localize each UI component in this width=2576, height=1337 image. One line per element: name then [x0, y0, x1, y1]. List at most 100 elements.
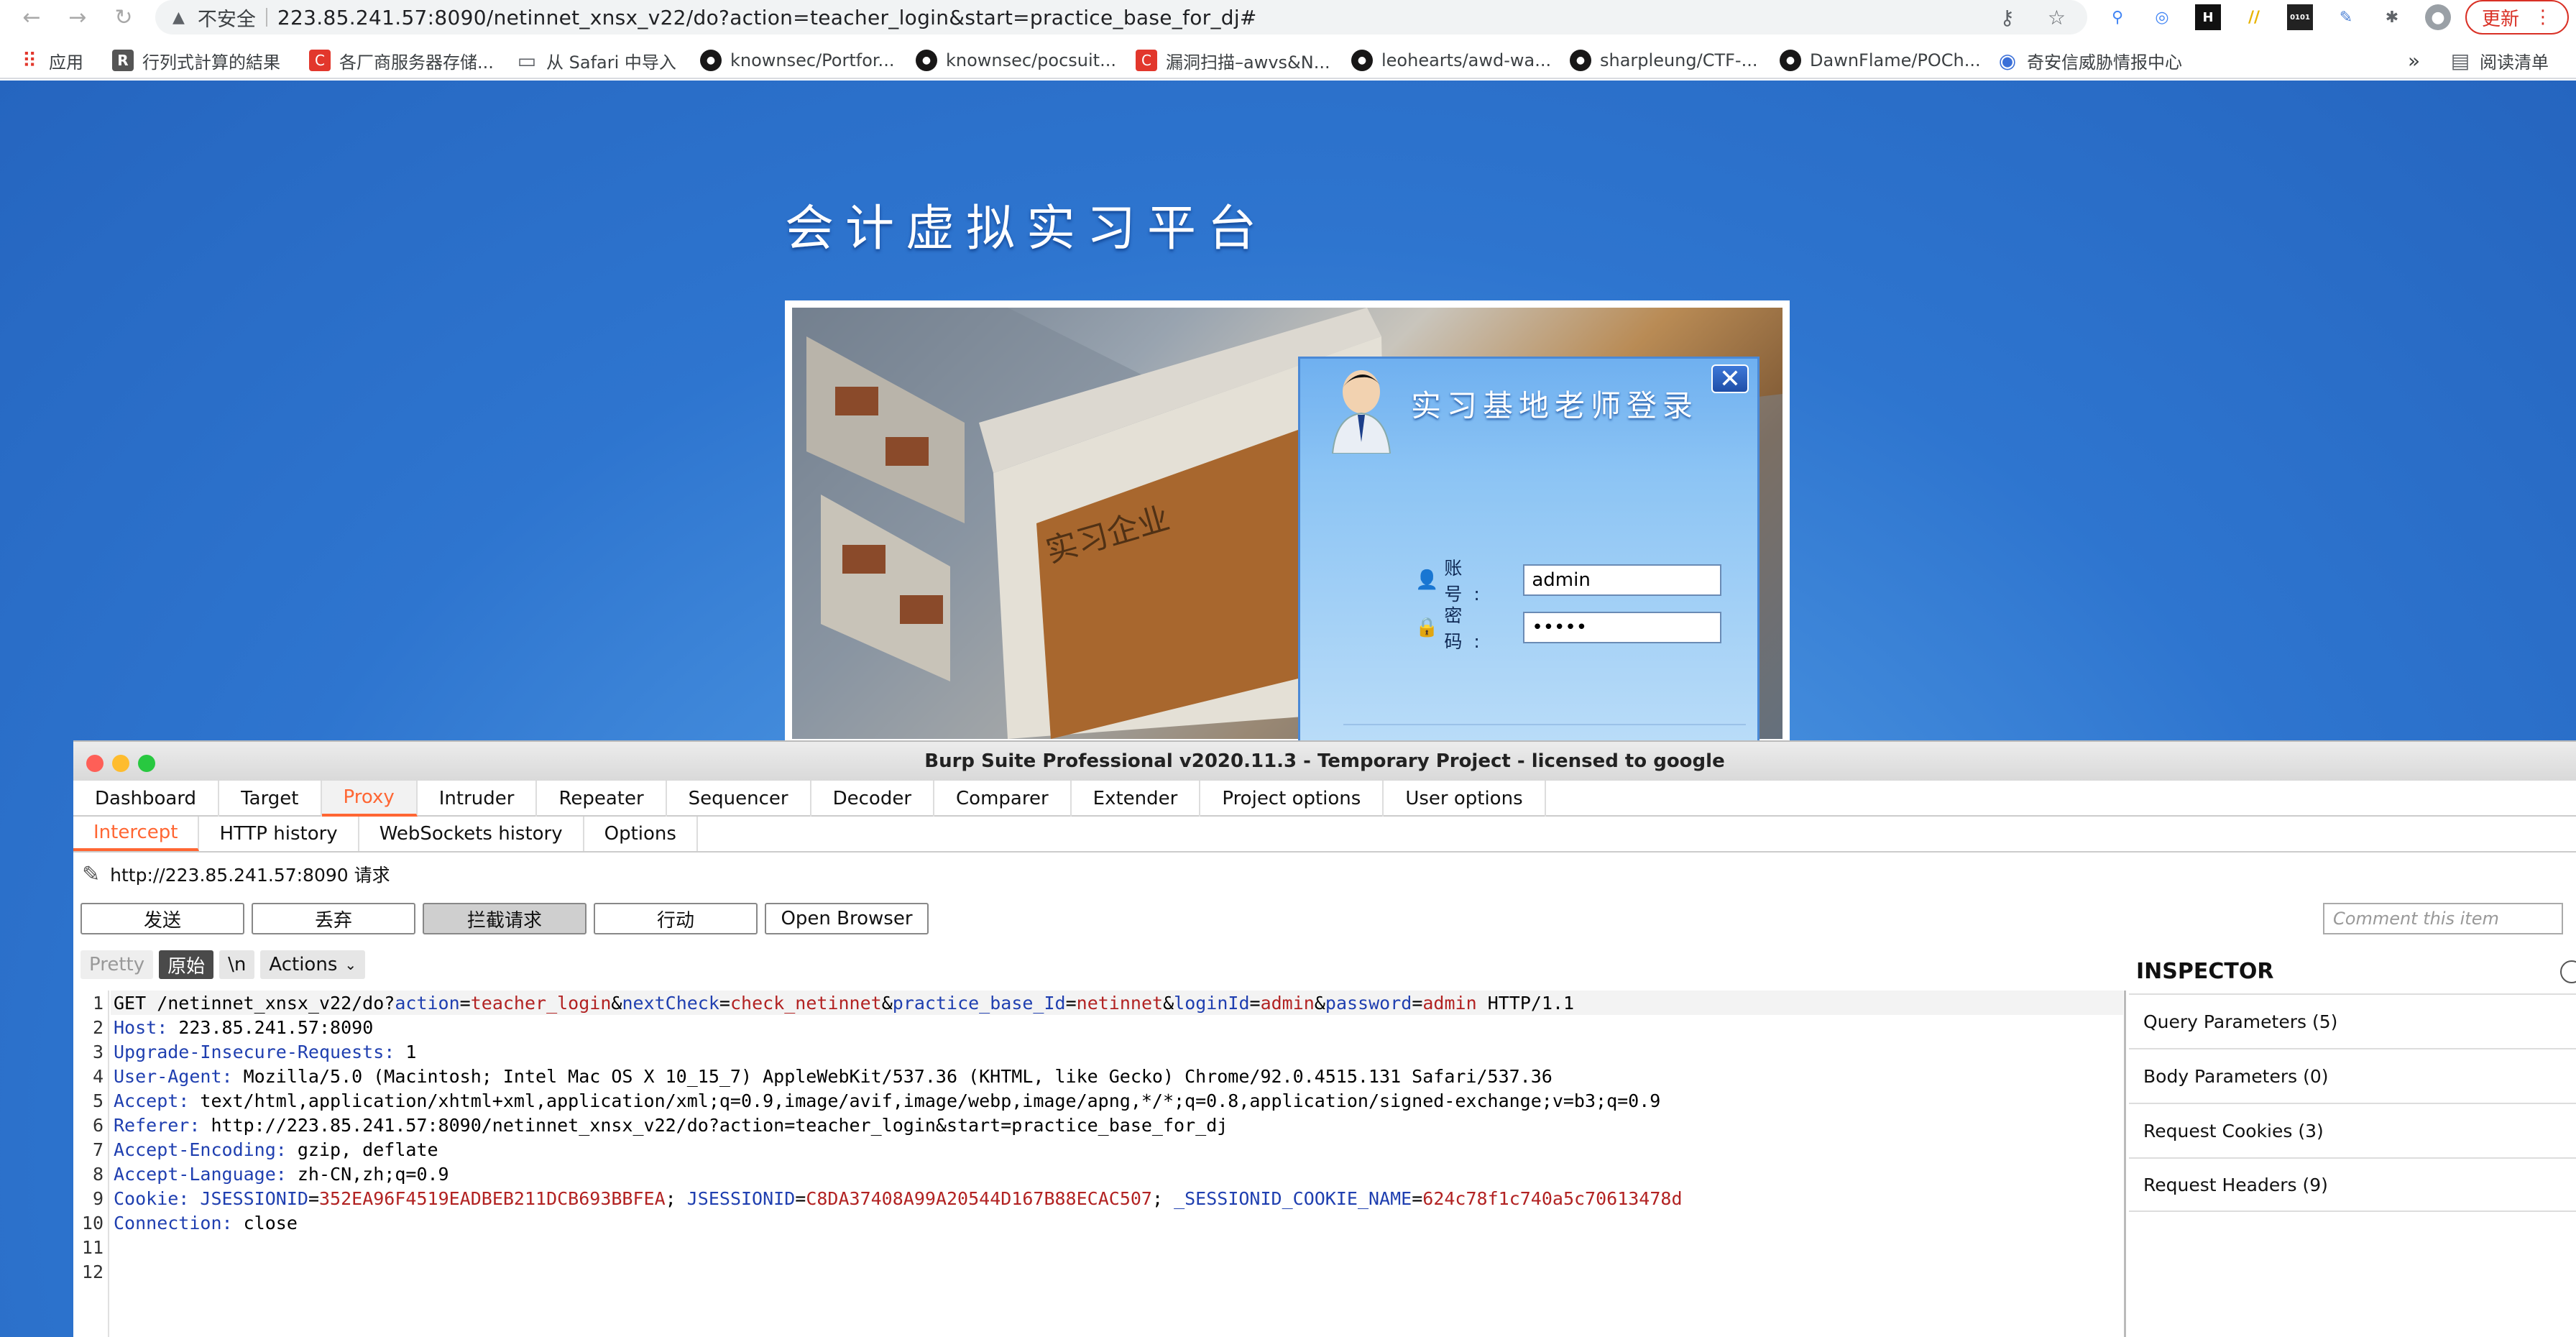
open-browser-button[interactable]: Open Browser — [765, 903, 929, 934]
subtab-intercept[interactable]: Intercept — [73, 817, 200, 851]
line-number: 1 — [92, 992, 104, 1014]
bookmark-item[interactable]: ● leohearts/awd-wa... — [1351, 47, 1551, 73]
tab-extender[interactable]: Extender — [1072, 781, 1201, 817]
request-editor[interactable]: 1 GET /netinnet_xnsx_v22/do?action=teache… — [73, 991, 2126, 1337]
tab-project-options[interactable]: Project options — [1200, 781, 1384, 817]
drop-button[interactable]: 丢弃 — [252, 903, 415, 934]
tab-user-options[interactable]: User options — [1384, 781, 1546, 817]
tab-comparer[interactable]: Comparer — [934, 781, 1072, 817]
reload-icon[interactable]: ↻ — [108, 1, 139, 33]
tab-dashboard[interactable]: Dashboard — [73, 781, 220, 817]
line-code: Upgrade-Insecure-Requests: 1 — [114, 1041, 417, 1062]
lock-icon: 🔒 — [1415, 617, 1439, 638]
extension-h-icon[interactable]: H — [2195, 4, 2221, 30]
bookmark-item[interactable]: C 各厂商服务器存储... — [309, 47, 494, 73]
extension-binary-icon[interactable]: 0101 — [2287, 4, 2313, 30]
warning-icon: ▲ — [172, 8, 185, 27]
pencil-icon[interactable]: ✎ — [82, 862, 100, 887]
close-icon[interactable]: ✕ — [1711, 364, 1749, 394]
subtab-http-history[interactable]: HTTP history — [199, 817, 359, 851]
burp-title: Burp Suite Professional v2020.11.3 - Tem… — [924, 750, 1725, 772]
inspector-request-headers[interactable]: Request Headers (9) — [2129, 1157, 2576, 1212]
request-line: 1 GET /netinnet_xnsx_v22/do?action=teache… — [73, 991, 1574, 1015]
extensions-puzzle-icon[interactable]: ✱ — [2379, 4, 2405, 30]
c-icon: C — [1136, 50, 1157, 71]
minimize-window-icon[interactable] — [112, 755, 129, 772]
editor-toolbar: Pretty 原始 \n Actions ⌄ — [80, 950, 366, 979]
bookmark-item[interactable]: ⠿ 应用 — [19, 47, 83, 73]
inspector-query-parameters[interactable]: Query Parameters (5) — [2129, 993, 2576, 1048]
bookmark-item[interactable]: ● knownsec/pocsuit... — [916, 47, 1116, 73]
inspector-body-parameters[interactable]: Body Parameters (0) — [2129, 1048, 2576, 1103]
bookmark-label: 漏洞扫描–awvs&N... — [1166, 52, 1330, 73]
bookmark-item[interactable]: ● knownsec/Portfor... — [700, 47, 894, 73]
bookmark-item[interactable]: ▭ 从 Safari 中导入 — [516, 47, 676, 73]
intercept-toggle-button[interactable]: 拦截请求 — [423, 903, 586, 934]
tab-intruder[interactable]: Intruder — [418, 781, 538, 817]
raw-mode-button[interactable]: 原始 — [159, 950, 214, 979]
address-bar[interactable]: ▲ 不安全 223.85.241.57:8090/netinnet_xnsx_v… — [155, 0, 2087, 35]
update-label: 更新 — [2481, 8, 2519, 30]
password-input[interactable] — [1523, 612, 1722, 643]
account-label: 账 号: — [1444, 558, 1491, 605]
bookmark-item[interactable]: ▤ 阅读清单 — [2450, 47, 2549, 73]
url-text[interactable]: 223.85.241.57:8090/netinnet_xnsx_v22/do?… — [277, 6, 1257, 29]
bookmark-item[interactable]: ● DawnFlame/POCh... — [1780, 47, 1981, 73]
burp-main-tabs: Dashboard Target Proxy Intruder Repeater… — [73, 781, 2576, 817]
line-number: 3 — [92, 1041, 104, 1062]
chevron-down-icon: ⌄ — [344, 956, 357, 973]
apps-grid-icon: ⠿ — [22, 48, 37, 73]
zoom-window-icon[interactable] — [138, 755, 155, 772]
close-window-icon[interactable] — [86, 755, 104, 772]
extension-bars-icon[interactable]: // — [2241, 4, 2267, 30]
proxy-subtabs: Intercept HTTP history WebSockets histor… — [73, 817, 2576, 853]
comment-input[interactable]: Comment this item — [2323, 903, 2563, 934]
tab-decoder[interactable]: Decoder — [811, 781, 935, 817]
extension-pin-icon[interactable]: ⚲ — [2104, 4, 2130, 30]
r-icon: R — [112, 50, 134, 71]
forward-icon[interactable]: → — [62, 1, 93, 33]
inspector-request-cookies[interactable]: Request Cookies (3) — [2129, 1103, 2576, 1157]
tab-sequencer[interactable]: Sequencer — [667, 781, 811, 817]
show-newlines-button[interactable]: \n — [219, 950, 255, 979]
key-icon[interactable]: ⚷ — [2000, 6, 2015, 29]
menu-dots-icon: ⋮ — [2534, 6, 2552, 28]
extension-search-icon[interactable]: ◎ — [2149, 4, 2175, 30]
extension-pen-icon[interactable]: ✎ — [2333, 4, 2359, 30]
action-button[interactable]: 行动 — [594, 903, 758, 934]
bookmark-item[interactable]: ● sharpleung/CTF-... — [1570, 47, 1757, 73]
tab-proxy[interactable]: Proxy — [321, 781, 418, 817]
profile-avatar-icon[interactable]: ● — [2425, 4, 2451, 30]
bookmark-label: DawnFlame/POCh... — [1810, 50, 1981, 70]
bookmark-item[interactable]: R 行列式計算的結果 — [112, 47, 280, 73]
user-icon: 👤 — [1415, 569, 1439, 591]
bookmark-label: 奇安信威胁情报中心 — [2027, 52, 2182, 73]
bookmarks-overflow-icon[interactable]: » — [2408, 47, 2420, 73]
bookmark-label: sharpleung/CTF-... — [1600, 50, 1758, 70]
bookmark-item[interactable]: C 漏洞扫描–awvs&N... — [1136, 47, 1330, 73]
forward-button[interactable]: 发送 — [80, 903, 244, 934]
bookmark-label: 各厂商服务器存储... — [339, 52, 494, 73]
intercept-buttons: 发送 丢弃 拦截请求 行动 Open Browser — [80, 903, 929, 934]
bookmark-item[interactable]: ◉ 奇安信威胁情报中心 — [1997, 47, 2182, 73]
update-button[interactable]: 更新 ⋮ — [2465, 0, 2569, 35]
divider — [1343, 724, 1746, 725]
bookmark-label: 行列式計算的結果 — [142, 52, 280, 73]
pretty-mode-button[interactable]: Pretty — [80, 950, 154, 979]
burp-titlebar: Burp Suite Professional v2020.11.3 - Tem… — [73, 742, 2576, 781]
line-code: Accept-Language: zh-CN,zh;q=0.9 — [114, 1163, 449, 1185]
request-line: 12 — [73, 1259, 114, 1284]
star-icon[interactable]: ☆ — [2048, 6, 2066, 29]
github-icon: ● — [700, 50, 722, 71]
back-icon[interactable]: ← — [16, 1, 47, 33]
inspector-toggle-icon[interactable] — [2560, 960, 2576, 983]
account-input[interactable] — [1523, 564, 1722, 596]
tab-target[interactable]: Target — [219, 781, 322, 817]
tab-repeater[interactable]: Repeater — [537, 781, 667, 817]
subtab-options[interactable]: Options — [584, 817, 698, 851]
actions-dropdown[interactable]: Actions ⌄ — [260, 950, 366, 979]
line-number: 2 — [92, 1016, 104, 1038]
subtab-websockets-history[interactable]: WebSockets history — [359, 817, 584, 851]
request-line: 7 Accept-Encoding: gzip, deflate — [73, 1137, 438, 1162]
eye-icon: ◉ — [1998, 48, 2017, 73]
